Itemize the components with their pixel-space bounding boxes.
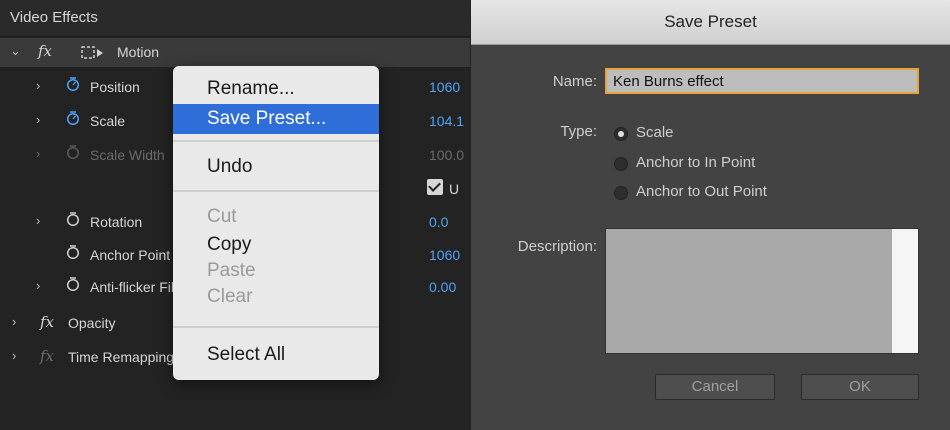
menu-item-save-preset[interactable]: Save Preset... (173, 104, 379, 134)
uniform-scale-label: U (449, 181, 460, 197)
menu-item-label: Undo (207, 156, 253, 177)
menu-item-clear: Clear (173, 282, 379, 312)
chevron-right-icon[interactable]: › (36, 112, 40, 127)
menu-item-label: Clear (207, 286, 253, 307)
menu-item-label: Select All (207, 344, 286, 365)
menu-separator (173, 326, 379, 328)
uniform-scale-checkbox[interactable] (427, 179, 443, 195)
stopwatch-icon[interactable] (66, 277, 80, 291)
menu-item-cut: Cut (173, 202, 379, 232)
dialog-title: Save Preset (664, 12, 757, 31)
effect-label-motion: Motion (117, 44, 160, 60)
menu-item-label: Paste (207, 260, 256, 281)
stopwatch-icon (66, 145, 80, 159)
menu-item-label: Save Preset... (207, 108, 327, 129)
property-value[interactable]: 0.00 (429, 279, 456, 295)
property-value[interactable]: 0.0 (429, 214, 448, 230)
menu-item-label: Rename... (207, 78, 295, 99)
radio-label-scale[interactable]: Scale (636, 124, 674, 141)
radio-anchor-out-point[interactable] (614, 186, 628, 200)
menu-separator (173, 140, 379, 142)
menu-separator (173, 190, 379, 192)
stopwatch-icon[interactable] (66, 77, 80, 91)
chevron-right-icon[interactable]: › (12, 348, 16, 363)
property-value[interactable]: 104.1 (429, 113, 464, 129)
radio-scale[interactable] (614, 127, 628, 141)
property-label: Position (90, 79, 140, 95)
fx-icon[interactable]: fx (40, 313, 54, 331)
cancel-button[interactable]: Cancel (655, 374, 775, 400)
description-label: Description: (517, 238, 597, 255)
property-label: Anchor Point (90, 247, 171, 263)
context-menu: Rename... Save Preset... Undo Cut Copy P… (173, 66, 379, 380)
property-label: Scale (90, 113, 126, 129)
menu-item-select-all[interactable]: Select All (173, 340, 379, 370)
type-label: Type: (560, 123, 597, 140)
menu-item-rename[interactable]: Rename... (173, 74, 379, 104)
stopwatch-icon[interactable] (66, 111, 80, 125)
radio-label-anchor-in-point[interactable]: Anchor to In Point (636, 154, 755, 171)
chevron-right-icon[interactable]: › (36, 278, 40, 293)
fx-icon[interactable]: fx (38, 42, 52, 60)
property-label: Rotation (90, 214, 143, 230)
property-value: 100.0 (429, 147, 465, 163)
chevron-right-icon: › (36, 146, 41, 161)
stopwatch-icon[interactable] (66, 245, 80, 259)
description-textarea[interactable] (605, 228, 919, 354)
chevron-right-icon[interactable]: › (36, 213, 40, 228)
fx-icon: fx (40, 347, 55, 365)
radio-label-anchor-out-point[interactable]: Anchor to Out Point (636, 183, 767, 200)
panel-header: Video Effects (0, 0, 470, 37)
property-value[interactable]: 1060 (429, 247, 460, 263)
menu-item-label: Cut (207, 206, 237, 227)
ok-button[interactable]: OK (801, 374, 919, 400)
property-label: Scale Width (90, 147, 165, 163)
effect-row-motion[interactable]: ⌄ fx Motion (0, 38, 470, 67)
chevron-right-icon[interactable]: › (36, 78, 40, 93)
effect-label-opacity: Opacity (68, 315, 116, 331)
name-label: Name: (552, 73, 597, 90)
chevron-right-icon[interactable]: › (12, 314, 16, 329)
transform-icon[interactable] (80, 45, 104, 61)
preset-name-input[interactable] (605, 68, 919, 94)
stopwatch-icon[interactable] (66, 212, 80, 226)
menu-item-label: Copy (207, 234, 252, 255)
description-scrollbar[interactable] (892, 229, 918, 353)
radio-anchor-in-point[interactable] (614, 157, 628, 171)
property-value[interactable]: 1060 (429, 79, 460, 95)
panel-title: Video Effects (10, 9, 98, 26)
save-preset-dialog: Save Preset Name: Type: Scale Anchor to … (471, 0, 950, 430)
menu-item-undo[interactable]: Undo (173, 152, 379, 182)
dialog-titlebar[interactable]: Save Preset (471, 0, 950, 45)
chevron-down-icon[interactable]: ⌄ (10, 43, 21, 59)
effect-label-time-remapping: Time Remapping (68, 349, 175, 365)
